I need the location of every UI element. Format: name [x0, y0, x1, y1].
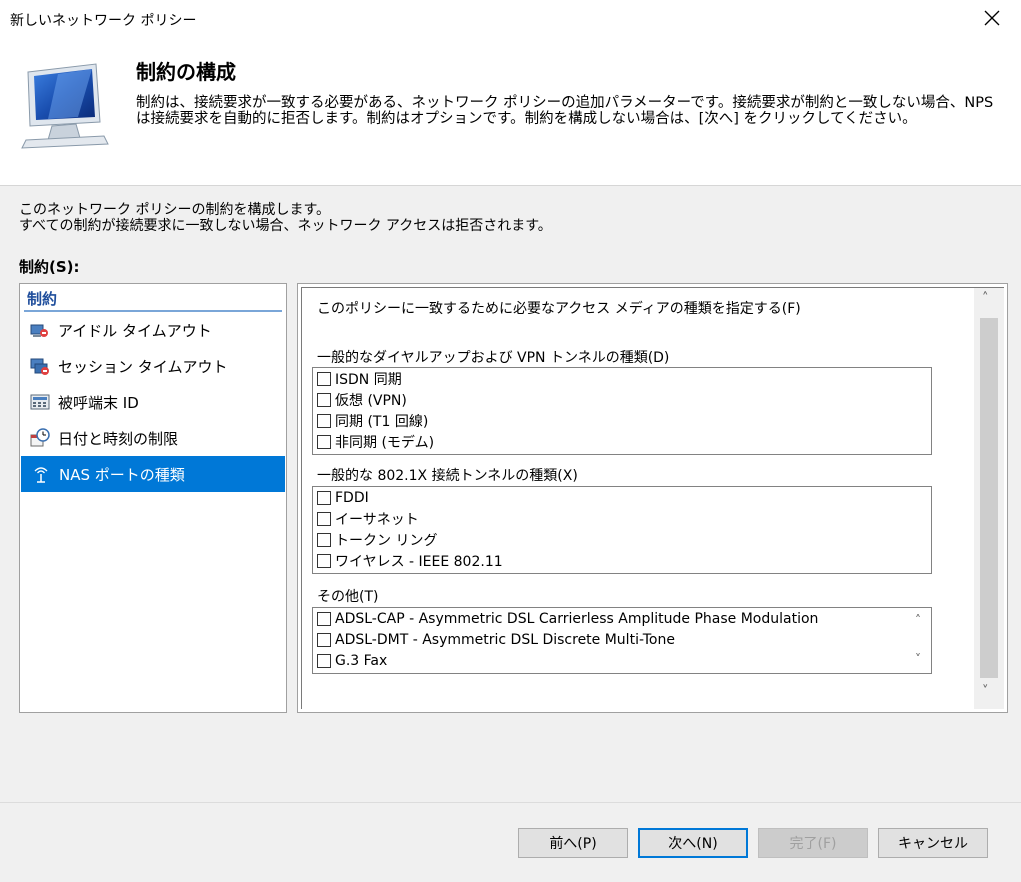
cancel-button[interactable]: キャンセル — [878, 828, 988, 858]
dot1x-label: 一般的な 802.1X 接続トンネルの種類(X) — [317, 468, 578, 484]
checkbox-row[interactable]: ADSL-DMT - Asymmetric DSL Discrete Multi… — [313, 629, 931, 650]
constraint-item-label: セッション タイムアウト — [58, 357, 228, 376]
other-label: その他(T) — [317, 589, 379, 605]
called-station-icon — [30, 394, 50, 410]
scroll-up-icon[interactable]: ˄ — [982, 291, 989, 306]
checkbox-label: 同期 (T1 回線) — [335, 413, 429, 430]
wizard-footer: 前へ(P) 次へ(N) 完了(F) キャンセル — [0, 802, 1021, 882]
checkbox-row[interactable]: ワイヤレス - IEEE 802.11 — [313, 550, 931, 571]
checkbox-label: 非同期 (モデム) — [335, 434, 435, 451]
previous-button[interactable]: 前へ(P) — [518, 828, 628, 858]
checkbox[interactable] — [317, 371, 331, 386]
constraint-details-panel: このポリシーに一致するために必要なアクセス メディアの種類を指定する(F) 一般… — [297, 283, 1008, 713]
checkbox[interactable] — [317, 434, 331, 449]
checkbox-label: 仮想 (VPN) — [335, 392, 407, 409]
checkbox[interactable] — [317, 490, 331, 505]
title-bar: 新しいネットワーク ポリシー — [0, 0, 1021, 40]
computer-monitor-icon — [21, 63, 109, 149]
checkbox-row[interactable]: ADSL-CAP - Asymmetric DSL Carrierless Am… — [313, 608, 931, 629]
constraint-item-called-station-id[interactable]: 被呼端末 ID — [20, 384, 286, 420]
checkbox[interactable] — [317, 653, 331, 668]
checkbox-label: ADSL-CAP - Asymmetric DSL Carrierless Am… — [335, 610, 819, 627]
day-time-icon — [30, 428, 50, 447]
constraint-item-session-timeout[interactable]: セッション タイムアウト — [20, 348, 286, 384]
constraint-item-label: 被呼端末 ID — [58, 393, 139, 412]
checkbox-label: トークン リング — [335, 532, 438, 549]
checkbox-row[interactable]: 仮想 (VPN) — [313, 389, 931, 410]
checkbox-label: G.3 Fax — [335, 652, 388, 669]
scroll-down-icon[interactable]: ˅ — [982, 684, 989, 699]
page-description: 制約は、接続要求が一致する必要がある、ネットワーク ポリシーの追加パラメーターで… — [136, 95, 994, 127]
checkbox[interactable] — [317, 511, 331, 526]
access-media-instruction: このポリシーに一致するために必要なアクセス メディアの種類を指定する(F) — [317, 301, 801, 317]
wizard-header: 制約の構成 制約は、接続要求が一致する必要がある、ネットワーク ポリシーの追加パ… — [0, 40, 1021, 186]
constraint-item-day-time[interactable]: 日付と時刻の制限 — [20, 420, 286, 456]
constraint-item-label: NAS ポートの種類 — [59, 465, 185, 484]
intro-line-2: すべての制約が接続要求に一致しない場合、ネットワーク アクセスは拒否されます。 — [19, 218, 552, 234]
constraints-list[interactable]: 制約 アイドル タイムアウト セッション タイムアウト 被呼端末 ID 日付と時… — [19, 283, 287, 713]
window-title: 新しいネットワーク ポリシー — [10, 13, 197, 29]
dialup-vpn-label: 一般的なダイヤルアップおよび VPN トンネルの種類(D) — [317, 350, 670, 366]
checkbox-row[interactable]: 非同期 (モデム) — [313, 431, 931, 452]
checkbox-row[interactable]: 同期 (T1 回線) — [313, 410, 931, 431]
checkbox-row[interactable]: G.3 Fax — [313, 650, 931, 671]
constraints-list-header: 制約 — [24, 288, 282, 312]
session-timeout-icon — [30, 358, 49, 375]
checkbox-label: ADSL-DMT - Asymmetric DSL Discrete Multi… — [335, 631, 675, 648]
finish-button[interactable]: 完了(F) — [758, 828, 868, 858]
scroll-down-icon[interactable]: ˅ — [915, 652, 921, 666]
details-scroll-area[interactable]: このポリシーに一致するために必要なアクセス メディアの種類を指定する(F) 一般… — [301, 287, 1004, 709]
other-list-scrollbar[interactable]: ˄ ˅ — [911, 608, 931, 673]
constraint-item-nas-port-type[interactable]: NAS ポートの種類 — [21, 456, 285, 492]
checkbox-label: ISDN 同期 — [335, 371, 402, 388]
checkbox-label: ワイヤレス - IEEE 802.11 — [335, 553, 503, 570]
nas-port-icon — [34, 467, 48, 483]
checkbox[interactable] — [317, 553, 331, 568]
checkbox[interactable] — [317, 392, 331, 407]
checkbox-row[interactable]: ISDN 同期 — [313, 368, 931, 389]
close-icon[interactable] — [981, 7, 1003, 29]
checkbox[interactable] — [317, 611, 331, 626]
constraint-item-label: アイドル タイムアウト — [58, 321, 212, 340]
checkbox-row[interactable]: FDDI — [313, 487, 931, 508]
other-list[interactable]: ADSL-CAP - Asymmetric DSL Carrierless Am… — [312, 607, 932, 674]
details-scrollbar[interactable]: ˄ ˅ — [974, 288, 1004, 709]
idle-timeout-icon — [30, 324, 48, 337]
checkbox-label: イーサネット — [335, 511, 419, 528]
constraints-label: 制約(S): — [19, 258, 80, 276]
dot1x-list[interactable]: FDDI イーサネット トークン リング ワイヤレス - IEEE 802.11 — [312, 486, 932, 574]
intro-line-1: このネットワーク ポリシーの制約を構成します。 — [19, 202, 331, 218]
checkbox[interactable] — [317, 632, 331, 647]
constraint-item-idle-timeout[interactable]: アイドル タイムアウト — [20, 312, 286, 348]
scrollbar-thumb[interactable] — [980, 318, 998, 678]
checkbox[interactable] — [317, 532, 331, 547]
page-title: 制約の構成 — [136, 60, 236, 84]
checkbox-row[interactable]: トークン リング — [313, 529, 931, 550]
checkbox-row[interactable]: イーサネット — [313, 508, 931, 529]
next-button[interactable]: 次へ(N) — [638, 828, 748, 858]
scroll-up-icon[interactable]: ˄ — [915, 613, 921, 627]
intro-text: このネットワーク ポリシーの制約を構成します。 すべての制約が接続要求に一致しな… — [19, 202, 552, 234]
dialup-vpn-list[interactable]: ISDN 同期 仮想 (VPN) 同期 (T1 回線) 非同期 (モデム) — [312, 367, 932, 455]
constraint-item-label: 日付と時刻の制限 — [58, 429, 179, 448]
checkbox-label: FDDI — [335, 489, 369, 506]
checkbox[interactable] — [317, 413, 331, 428]
